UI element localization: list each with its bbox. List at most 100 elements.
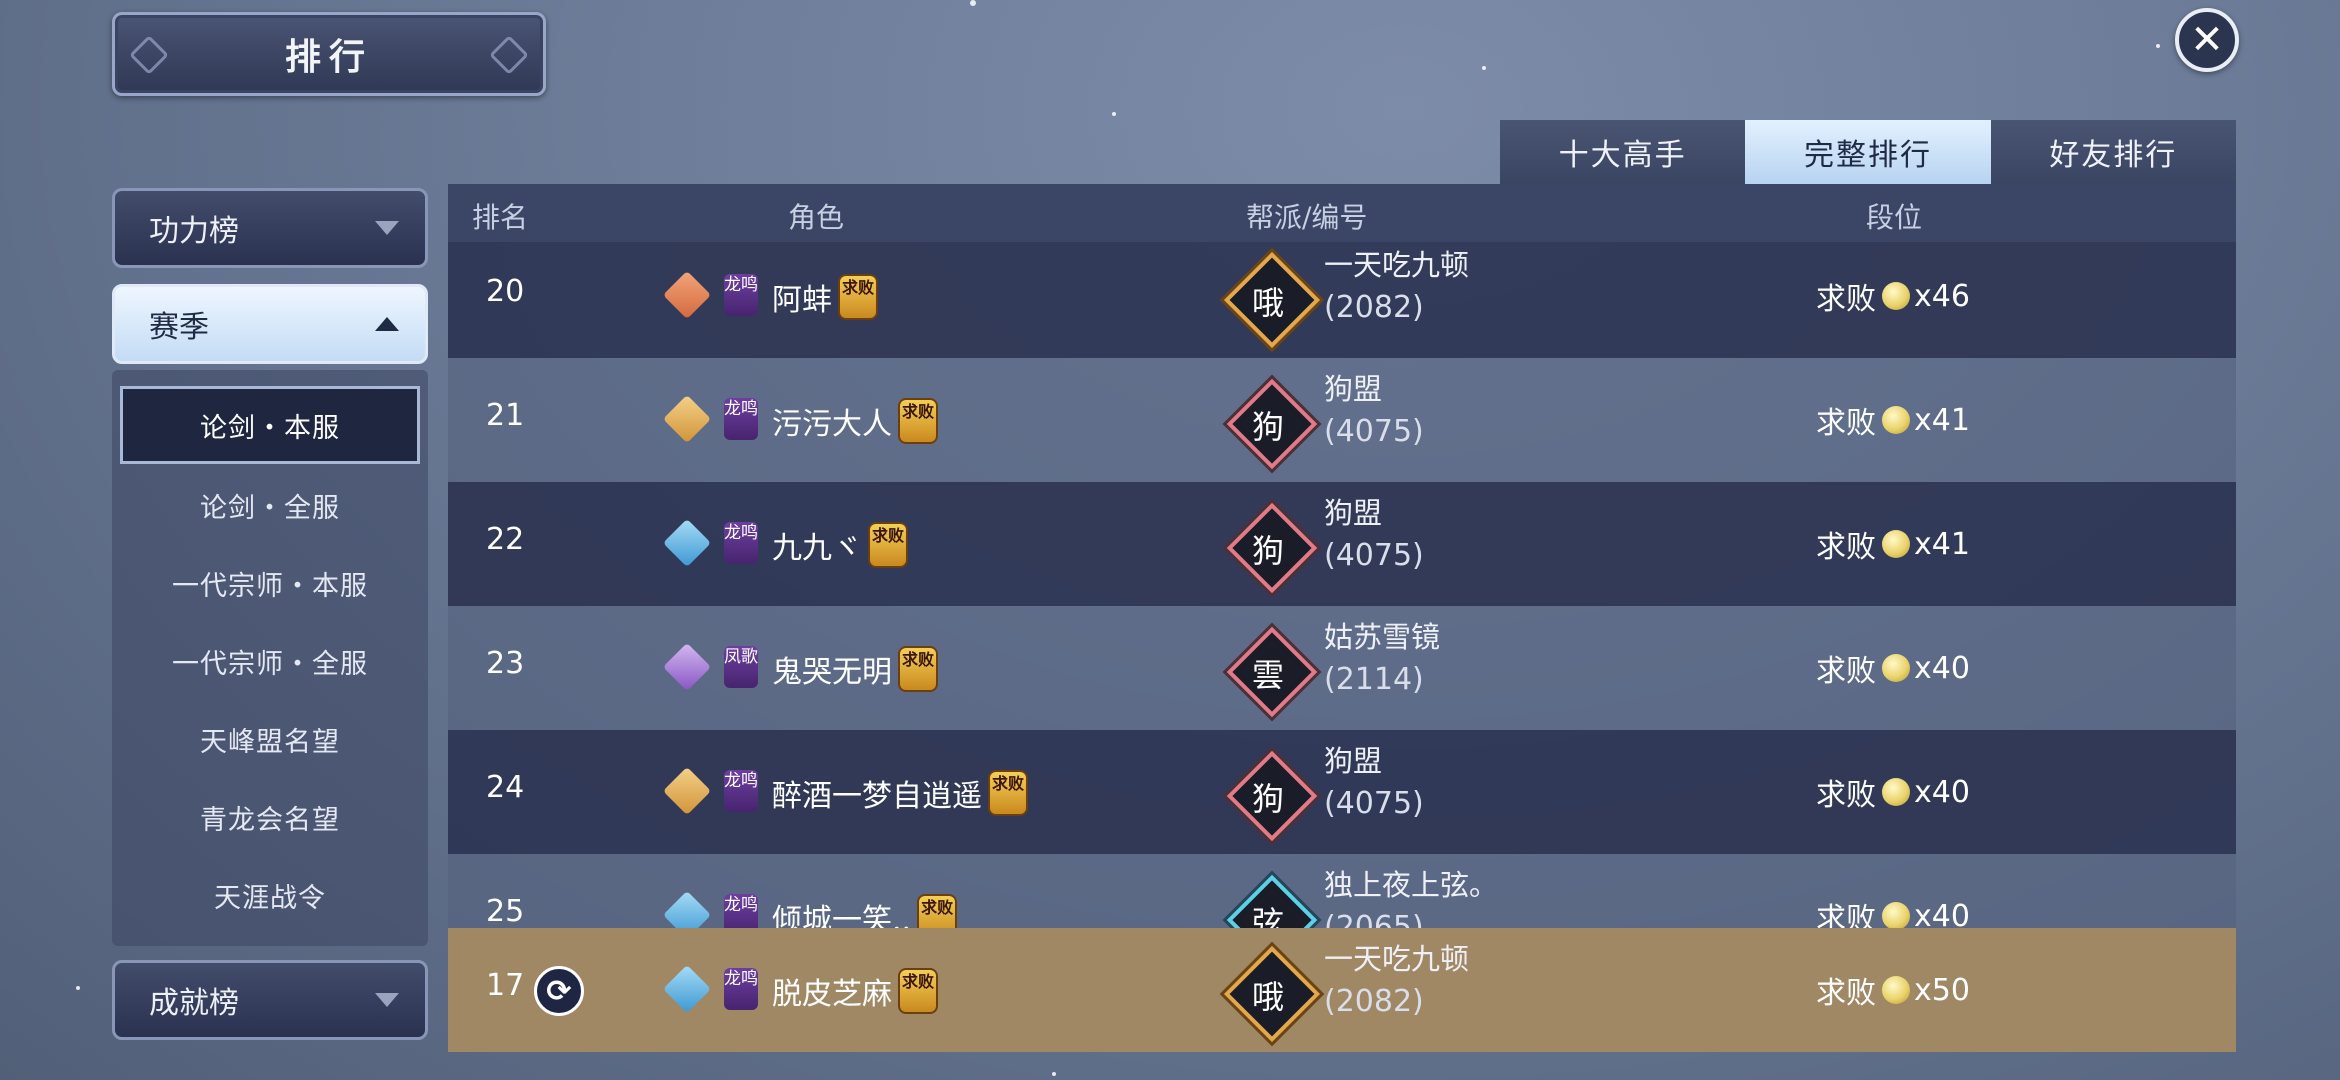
tier-name: 求败 xyxy=(1816,530,1876,565)
sect-tag: 龙鸣 xyxy=(724,522,758,564)
guild-id: (4075) xyxy=(1324,538,1424,573)
rank: 22 xyxy=(486,522,525,557)
guild-name: 一天吃九顿 xyxy=(1324,248,1470,282)
class-icon xyxy=(662,394,712,444)
submenu-item-lunjian-local[interactable]: 论剑・本服 xyxy=(120,386,420,464)
guild-emblem-char: 哦 xyxy=(1251,978,1284,1016)
guild-id: (4075) xyxy=(1324,786,1424,821)
player-name[interactable]: 脱皮芝麻 xyxy=(772,969,892,1013)
title-plate: 排行 xyxy=(112,12,546,96)
header-tier: 段位 xyxy=(1866,201,1923,234)
tab-top-ten[interactable]: 十大高手 xyxy=(1500,120,1746,184)
tier-name: 求败 xyxy=(1816,654,1876,689)
sidebar-group-label: 赛季 xyxy=(149,310,209,345)
guild-name: 狗盟 xyxy=(1324,744,1383,778)
page-title: 排行 xyxy=(284,36,373,78)
table-row[interactable]: 24 龙鸣 醉酒一梦自逍遥 求败 狗 狗盟 (4075) 求败 x40 xyxy=(448,730,2236,854)
close-icon: ✕ xyxy=(2190,17,2224,63)
class-icon xyxy=(662,270,712,320)
sidebar-group-label: 功力榜 xyxy=(149,214,239,249)
guild-id: (2114) xyxy=(1324,662,1424,697)
guild-emblem-char: 哦 xyxy=(1251,284,1284,322)
rank: 25 xyxy=(486,894,525,929)
player-name[interactable]: 醉酒一梦自逍遥 xyxy=(772,771,982,815)
chevron-down-icon xyxy=(375,993,399,1007)
rank-badge: 求败 xyxy=(898,646,938,692)
player-name[interactable]: 鬼哭无明 xyxy=(772,647,892,691)
guild-name: 狗盟 xyxy=(1324,372,1383,406)
submenu-item-tianfeng[interactable]: 天峰盟名望 xyxy=(120,700,420,778)
header-rank: 排名 xyxy=(472,201,529,234)
tier-count: x40 xyxy=(1914,650,1970,686)
player-name[interactable]: 污污大人 xyxy=(772,399,892,443)
close-button[interactable]: ✕ xyxy=(2175,8,2239,72)
star xyxy=(970,0,976,6)
guild-id: (2082) xyxy=(1324,290,1424,325)
header-role: 角色 xyxy=(788,201,845,234)
submenu-item-master-all[interactable]: 一代宗师・全服 xyxy=(120,622,420,700)
sidebar-group-season[interactable]: 赛季 xyxy=(112,284,428,364)
coin-icon xyxy=(1882,530,1910,558)
guild-name: 姑苏雪镜 xyxy=(1324,620,1441,654)
sidebar-group-achievement[interactable]: 成就榜 xyxy=(112,960,428,1040)
rank-badge: 求败 xyxy=(898,398,938,444)
player-name[interactable]: 阿蚌 xyxy=(772,275,832,319)
ranking-table: 排名 角色 帮派/编号 段位 20 龙鸣 阿蚌 求败 哦 一天吃九顿 (2082)… xyxy=(448,184,2236,1056)
table-header: 排名 角色 帮派/编号 段位 xyxy=(448,184,2236,242)
player-name[interactable]: 九九ヾ xyxy=(772,523,862,567)
my-rank-row[interactable]: 17 ⟳ 龙鸣 脱皮芝麻 求败 哦 一天吃九顿 (2082) 求败 x50 xyxy=(448,928,2236,1052)
guild-id: (4075) xyxy=(1324,414,1424,449)
submenu-item-tianya[interactable]: 天涯战令 xyxy=(120,856,420,934)
tier-count: x41 xyxy=(1914,526,1970,562)
guild-emblem-char: 狗 xyxy=(1251,408,1284,446)
guild-emblem-char: 雲 xyxy=(1251,656,1284,694)
star xyxy=(2156,44,2160,48)
sect-tag: 龙鸣 xyxy=(724,770,758,812)
rank-badge: 求败 xyxy=(868,522,908,568)
class-icon xyxy=(662,518,712,568)
guild-id: (2082) xyxy=(1324,984,1424,1019)
guild-name: 狗盟 xyxy=(1324,496,1383,530)
guild-name: 一天吃九顿 xyxy=(1324,942,1470,976)
ranking-tabs: 十大高手 完整排行 好友排行 xyxy=(1500,120,2236,184)
coin-icon xyxy=(1882,406,1910,434)
submenu-item-lunjian-all[interactable]: 论剑・全服 xyxy=(120,466,420,544)
tab-full-ranking[interactable]: 完整排行 xyxy=(1745,120,1991,184)
table-row[interactable]: 21 龙鸣 污污大人 求败 狗 狗盟 (4075) 求败 x41 xyxy=(448,358,2236,482)
rank-badge: 求败 xyxy=(988,770,1028,816)
sidebar-group-label: 成就榜 xyxy=(149,986,239,1021)
chevron-up-icon xyxy=(375,317,399,331)
guild-emblem-char: 狗 xyxy=(1251,780,1284,818)
tier-name: 求败 xyxy=(1816,778,1876,813)
rank: 20 xyxy=(486,274,525,309)
sidebar-group-power[interactable]: 功力榜 xyxy=(112,188,428,268)
ornament-icon xyxy=(129,35,169,75)
class-icon xyxy=(662,766,712,816)
refresh-icon[interactable]: ⟳ xyxy=(534,966,584,1016)
rank: 24 xyxy=(486,770,525,805)
header-guild: 帮派/编号 xyxy=(1246,201,1368,234)
rank: 23 xyxy=(486,646,525,681)
table-row[interactable]: 20 龙鸣 阿蚌 求败 哦 一天吃九顿 (2082) 求败 x46 xyxy=(448,242,2236,358)
submenu-item-master-local[interactable]: 一代宗师・本服 xyxy=(120,544,420,622)
rank-badge: 求败 xyxy=(898,968,938,1014)
star xyxy=(1112,112,1116,116)
table-row[interactable]: 23 凤歌 鬼哭无明 求败 雲 姑苏雪镜 (2114) 求败 x40 xyxy=(448,606,2236,730)
my-rank: 17 xyxy=(486,968,525,1003)
tier-count: x50 xyxy=(1914,972,1970,1008)
tab-friend-ranking[interactable]: 好友排行 xyxy=(1990,120,2236,184)
rank-badge: 求败 xyxy=(838,274,878,320)
guild-emblem-char: 狗 xyxy=(1251,532,1284,570)
table-row[interactable]: 22 龙鸣 九九ヾ 求败 狗 狗盟 (4075) 求败 x41 xyxy=(448,482,2236,606)
sect-tag: 龙鸣 xyxy=(724,274,758,316)
season-submenu: 论剑・本服 论剑・全服 一代宗师・本服 一代宗师・全服 天峰盟名望 青龙会名望 … xyxy=(112,370,428,946)
coin-icon xyxy=(1882,654,1910,682)
coin-icon xyxy=(1882,778,1910,806)
rank: 21 xyxy=(486,398,525,433)
submenu-item-qinglong[interactable]: 青龙会名望 xyxy=(120,778,420,856)
tier-name: 求败 xyxy=(1816,976,1876,1011)
tier-name: 求败 xyxy=(1816,406,1876,441)
star xyxy=(1052,1072,1056,1076)
guild-name: 独上夜上弦。 xyxy=(1324,868,1499,902)
class-icon xyxy=(662,964,712,1014)
